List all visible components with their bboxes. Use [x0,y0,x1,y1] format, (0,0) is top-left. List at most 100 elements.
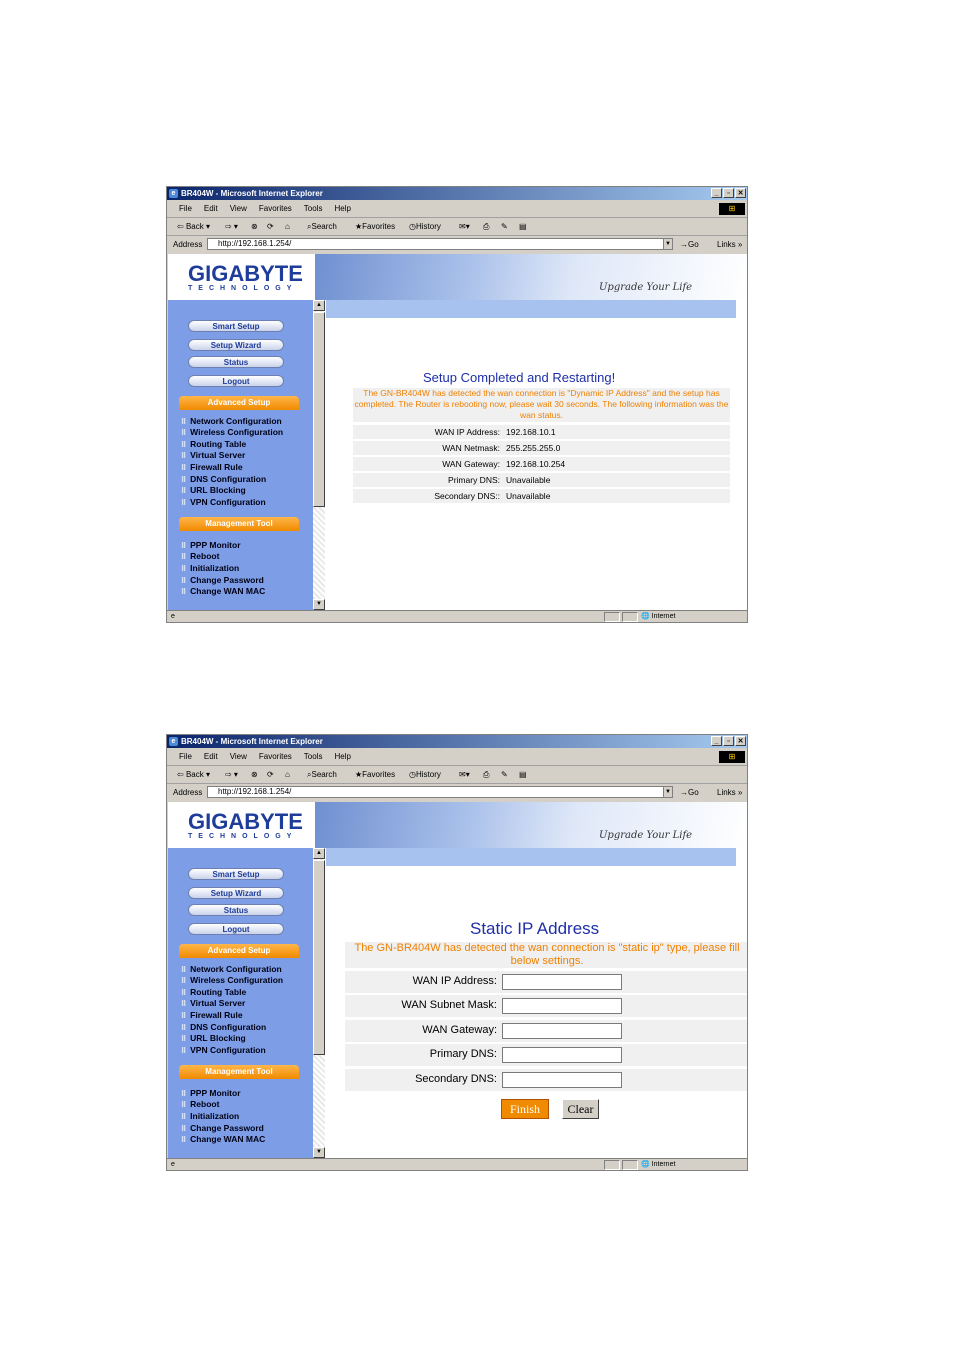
setup-wizard-button[interactable]: Setup Wizard [188,339,284,351]
primary-dns-row: Primary DNS: [345,1044,747,1066]
wan-ip-address-input[interactable] [502,974,622,990]
home-icon[interactable]: ⌂ [285,218,290,235]
primary-dns-input[interactable] [502,1047,622,1063]
minimize-button[interactable]: _ [711,188,722,198]
home-icon[interactable]: ⌂ [285,766,290,783]
nav-reboot[interactable]: ⠿ Reboot [181,1099,219,1111]
finish-button[interactable]: Finish [501,1099,549,1119]
back-button[interactable]: ⇦ Back ▾ [177,218,210,235]
nav-initialization[interactable]: ⠿ Initialization [181,563,239,575]
menu-favorites[interactable]: Favorites [259,201,292,217]
wan-subnet-mask-input[interactable] [502,998,622,1014]
address-input[interactable]: http://192.168.1.254/ [207,786,672,798]
discuss-icon[interactable]: ▤ [519,218,527,235]
wan-gateway-input[interactable] [502,1023,622,1039]
print-icon[interactable]: ⎙ [483,766,489,783]
nav-initialization[interactable]: ⠿ Initialization [181,1111,239,1123]
links-button[interactable]: Links » [717,236,742,253]
smart-setup-button[interactable]: Smart Setup [188,868,284,880]
status-button[interactable]: Status [188,904,284,916]
nav-virtual-server[interactable]: ⠿ Virtual Server [181,450,245,462]
history-button[interactable]: ◷History [409,766,441,783]
menu-tools[interactable]: Tools [304,749,323,765]
links-button[interactable]: Links » [717,784,742,801]
nav-change-wan-mac[interactable]: ⠿ Change WAN MAC [181,1134,265,1146]
menu-help[interactable]: Help [334,201,350,217]
favorites-button[interactable]: ★Favorites [355,766,395,783]
scroll-up-icon[interactable]: ▲ [313,848,325,859]
address-input[interactable]: http://192.168.1.254/ [207,238,672,250]
nav-firewall-rule[interactable]: ⠿ Firewall Rule [181,462,243,474]
print-icon[interactable]: ⎙ [483,218,489,235]
scroll-down-icon[interactable]: ▼ [313,599,325,610]
close-button[interactable]: ✕ [735,736,746,746]
status-bar: e 🌐 Internet [167,1158,747,1170]
menu-favorites[interactable]: Favorites [259,749,292,765]
nav-vpn-configuration[interactable]: ⠿ VPN Configuration [181,1045,266,1057]
nav-change-wan-mac[interactable]: ⠿ Change WAN MAC [181,586,265,598]
nav-firewall-rule[interactable]: ⠿ Firewall Rule [181,1010,243,1022]
ie-icon: e [169,189,178,198]
page-title: Setup Completed and Restarting! [423,370,616,385]
scroll-thumb[interactable] [313,860,325,1055]
slogan: Upgrade Your Life [599,282,693,293]
logout-button[interactable]: Logout [188,375,284,387]
history-button[interactable]: ◷History [409,218,441,235]
menu-view[interactable]: View [230,201,247,217]
nav-virtual-server[interactable]: ⠿ Virtual Server [181,998,245,1010]
menu-file[interactable]: File [179,201,192,217]
menu-file[interactable]: File [179,749,192,765]
go-button[interactable]: →Go [680,784,699,801]
setup-wizard-button[interactable]: Setup Wizard [188,887,284,899]
header-banner: Upgrade Your Life [315,254,747,300]
nav-url-blocking[interactable]: ⠿ URL Blocking [181,485,246,497]
maximize-button[interactable]: ▫ [723,188,734,198]
go-button[interactable]: →Go [680,236,699,253]
clear-button[interactable]: Clear [562,1099,599,1119]
edit-icon[interactable]: ✎ [501,766,508,783]
edit-icon[interactable]: ✎ [501,218,508,235]
menu-help[interactable]: Help [334,749,350,765]
sidebar-scrollbar[interactable]: ▲ ▼ [313,848,325,1158]
menu-view[interactable]: View [230,749,247,765]
stop-icon[interactable]: ⊗ [251,766,258,783]
logout-button[interactable]: Logout [188,923,284,935]
favorites-button[interactable]: ★Favorites [355,218,395,235]
back-button[interactable]: ⇦ Back ▾ [177,766,210,783]
gigabyte-logo: GIGABYTE TECHNOLOGY [168,254,315,300]
forward-button[interactable]: ⇨ ▾ [225,766,238,783]
search-button[interactable]: ⌕Search [307,766,337,783]
nav-url-blocking[interactable]: ⠿ URL Blocking [181,1033,246,1045]
dynamic-ip-notice: The GN-BR404W has detected the wan conne… [353,388,730,422]
scroll-up-icon[interactable]: ▲ [313,300,325,311]
close-button[interactable]: ✕ [735,188,746,198]
status-button[interactable]: Status [188,356,284,368]
stop-icon[interactable]: ⊗ [251,218,258,235]
sidebar-scrollbar[interactable]: ▲ ▼ [313,300,325,610]
page-content: GIGABYTE TECHNOLOGY Upgrade Your Life Sm… [168,802,747,1158]
scroll-down-icon[interactable]: ▼ [313,1147,325,1158]
wan-ip-row: WAN IP Address: 192.168.10.1 [353,425,730,439]
secondary-dns-input[interactable] [502,1072,622,1088]
menu-edit[interactable]: Edit [204,201,218,217]
mail-icon[interactable]: ✉▾ [459,766,470,783]
nav-wireless-configuration[interactable]: ⠿ Wireless Configuration [181,427,283,439]
address-dropdown-icon[interactable]: ▼ [663,786,673,798]
maximize-button[interactable]: ▫ [723,736,734,746]
page-icon: e [171,613,175,620]
discuss-icon[interactable]: ▤ [519,766,527,783]
address-dropdown-icon[interactable]: ▼ [663,238,673,250]
refresh-icon[interactable]: ⟳ [267,218,274,235]
forward-button[interactable]: ⇨ ▾ [225,218,238,235]
nav-vpn-configuration[interactable]: ⠿ VPN Configuration [181,497,266,509]
nav-reboot[interactable]: ⠿ Reboot [181,551,219,563]
smart-setup-button[interactable]: Smart Setup [188,320,284,332]
nav-wireless-configuration[interactable]: ⠿ Wireless Configuration [181,975,283,987]
minimize-button[interactable]: _ [711,736,722,746]
scroll-thumb[interactable] [313,312,325,507]
search-button[interactable]: ⌕Search [307,218,337,235]
menu-tools[interactable]: Tools [304,201,323,217]
menu-edit[interactable]: Edit [204,749,218,765]
mail-icon[interactable]: ✉▾ [459,218,470,235]
refresh-icon[interactable]: ⟳ [267,766,274,783]
